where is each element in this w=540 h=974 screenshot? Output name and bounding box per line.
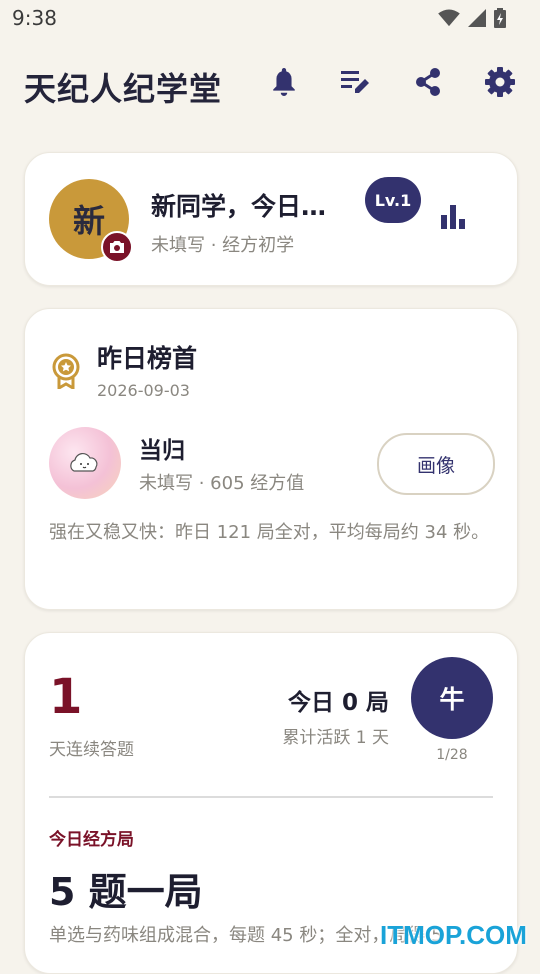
- streak-days: 1: [49, 669, 83, 725]
- watermark: ITMOP.COM: [380, 920, 527, 950]
- daily-game-title[interactable]: 5 题一局: [49, 861, 203, 916]
- status-icons: [438, 8, 506, 28]
- cloud-character-icon: [70, 452, 98, 472]
- edit-list-icon: [341, 71, 369, 93]
- portrait-button[interactable]: 画像: [377, 433, 495, 495]
- streak-label: 天连续答题: [49, 740, 134, 760]
- notifications-button[interactable]: [268, 66, 300, 98]
- yesterday-top-card: 昨日榜首 2026-09-03 当归 未填写 · 605 经方值 画像 强在又稳…: [24, 308, 518, 610]
- level-badge[interactable]: Lv.1: [365, 177, 421, 223]
- settings-icon: [485, 67, 515, 97]
- top-user-subtitle: 未填写 · 605 经方值: [139, 473, 305, 494]
- top-card-title: 昨日榜首: [97, 344, 198, 373]
- top-user-avatar: [49, 427, 121, 499]
- bell-icon: [273, 68, 295, 96]
- profile-name: 新同学，今日…: [151, 192, 327, 221]
- top-card-date: 2026-09-03: [97, 381, 190, 400]
- app-actions: [268, 66, 516, 98]
- edit-list-button[interactable]: [340, 66, 372, 98]
- today-game-count: 今日 0 局: [287, 690, 389, 716]
- camera-icon: [110, 241, 124, 253]
- top-user-description: 强在又稳又快：昨日 121 局全对，平均每局约 34 秒。: [49, 522, 490, 543]
- divider: [49, 796, 493, 798]
- share-button[interactable]: [412, 66, 444, 98]
- status-time: 9:38: [12, 6, 57, 30]
- change-avatar-button[interactable]: [101, 231, 133, 263]
- share-icon: [416, 68, 440, 96]
- bar-chart-icon: [441, 205, 465, 229]
- profile-card[interactable]: 新 新同学，今日… 未填写 · 经方初学 Lv.1: [24, 152, 518, 286]
- status-bar: 9:38: [0, 0, 540, 36]
- settings-button[interactable]: [484, 66, 516, 98]
- zodiac-progress: 1/28: [436, 747, 468, 763]
- wifi-icon: [438, 9, 460, 27]
- medal-icon: [52, 353, 80, 389]
- app-title: 天纪人纪学堂: [24, 70, 223, 108]
- total-active-days: 累计活跃 1 天: [282, 728, 389, 748]
- top-user-name: 当归: [139, 438, 185, 464]
- stats-button[interactable]: [439, 203, 471, 235]
- daily-game-label: 今日经方局: [49, 830, 134, 850]
- signal-icon: [468, 9, 486, 27]
- app-bar: 天纪人纪学堂: [0, 50, 540, 120]
- zodiac-badge[interactable]: 牛: [411, 657, 493, 739]
- profile-subtitle: 未填写 · 经方初学: [151, 235, 295, 256]
- battery-icon: [494, 8, 506, 28]
